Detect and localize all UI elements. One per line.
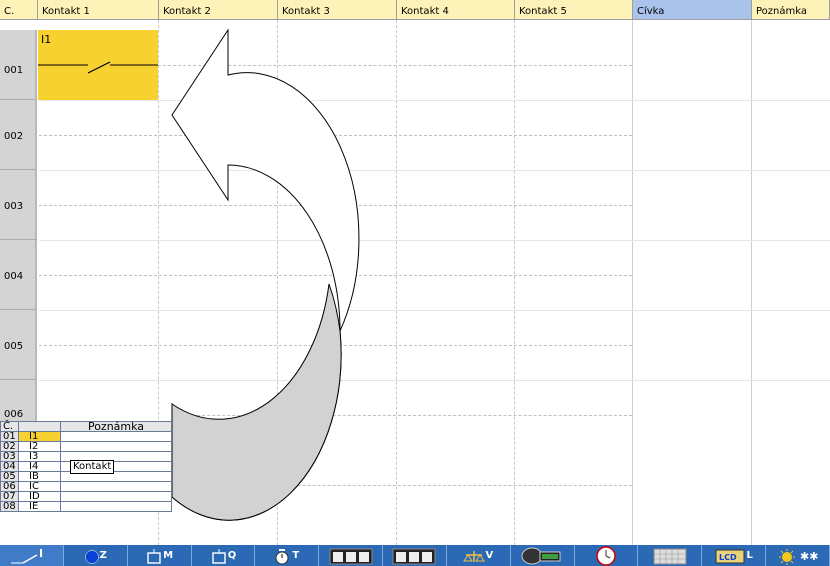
io-row-number: 06 xyxy=(0,481,19,492)
toolbar-letter: Z xyxy=(99,550,107,561)
toolbar-letter: Q xyxy=(227,550,237,561)
io-row[interactable]: 01 I1 xyxy=(0,431,172,442)
toolbar-sun-snow-button[interactable]: ✱✱ xyxy=(766,545,830,566)
comparator-icon xyxy=(463,550,486,562)
io-header-address xyxy=(18,421,61,432)
io-row-note[interactable] xyxy=(60,431,172,442)
toolbar-letter: I xyxy=(39,547,43,560)
io-row-address[interactable]: IE xyxy=(18,501,61,512)
io-header-number: Č. xyxy=(0,421,19,432)
io-row[interactable]: 02 I2 xyxy=(0,441,172,452)
toolbar-grid-button[interactable] xyxy=(638,545,703,566)
io-row-address[interactable]: I1 xyxy=(18,431,61,442)
coil-box-icon xyxy=(147,548,161,564)
component-toolbar: I Z M Q T V LCD L ✱✱ xyxy=(0,545,830,566)
toolbar-z-button[interactable]: Z xyxy=(64,545,128,566)
toolbar-m-button[interactable]: M xyxy=(128,545,192,566)
toolbar-letter: V xyxy=(485,550,494,561)
toolbar-contact-button[interactable]: I xyxy=(0,545,64,566)
toolbar-q-button[interactable]: Q xyxy=(192,545,256,566)
counter-icon-2 xyxy=(392,548,436,564)
toolbar-letter: M xyxy=(163,550,174,561)
clock-icon xyxy=(596,545,616,566)
io-row[interactable]: 08 IE xyxy=(0,501,172,512)
io-row-number: 01 xyxy=(0,431,19,442)
io-row-address[interactable]: I2 xyxy=(18,441,61,452)
toolbar-comparator-button[interactable]: V xyxy=(447,545,511,566)
sun-snow-icon: ✱✱ xyxy=(778,548,818,565)
io-row[interactable]: 07 ID xyxy=(0,491,172,502)
io-row-address[interactable]: ID xyxy=(18,491,61,502)
lcd-icon: LCD xyxy=(715,549,745,563)
io-row-number: 02 xyxy=(0,441,19,452)
io-row-note[interactable] xyxy=(60,481,172,492)
svg-text:✱✱: ✱✱ xyxy=(800,550,818,563)
io-row-address[interactable]: IC xyxy=(18,481,61,492)
io-row-note[interactable] xyxy=(60,491,172,502)
toolbar-letter: T xyxy=(292,550,300,561)
svg-text:LCD: LCD xyxy=(719,553,737,562)
toolbar-lcd-button[interactable]: LCD L xyxy=(702,545,767,566)
io-row[interactable]: 06 IC xyxy=(0,481,172,492)
io-row-number: 08 xyxy=(0,501,19,512)
io-row-note[interactable] xyxy=(60,501,172,512)
io-header-note: Poznámka xyxy=(60,421,172,432)
toolbar-counter-button[interactable] xyxy=(319,545,384,566)
timer-icon xyxy=(275,548,289,564)
io-row-number: 03 xyxy=(0,451,19,462)
io-row-address[interactable]: I3 xyxy=(18,451,61,462)
counter-icon xyxy=(329,548,373,564)
blue-circle-icon xyxy=(84,549,99,564)
toolbar-analog-button[interactable] xyxy=(511,545,575,566)
io-row-number: 04 xyxy=(0,461,19,472)
analog-display-icon xyxy=(521,547,561,564)
grid-icon xyxy=(653,548,687,564)
toolbar-letter: L xyxy=(746,550,753,561)
toolbar-clock-button[interactable] xyxy=(575,545,639,566)
io-row-address[interactable]: I4 xyxy=(18,461,61,472)
toolbar-counter-2-button[interactable] xyxy=(383,545,447,566)
output-box-icon xyxy=(211,548,226,564)
contact-icon: I xyxy=(11,547,44,564)
tooltip: Kontakt xyxy=(70,460,115,474)
toolbar-timer-button[interactable]: T xyxy=(255,545,320,566)
io-row-number: 05 xyxy=(0,471,19,482)
io-row-note[interactable] xyxy=(60,441,172,452)
io-row-address[interactable]: IB xyxy=(18,471,61,482)
io-row-number: 07 xyxy=(0,491,19,502)
